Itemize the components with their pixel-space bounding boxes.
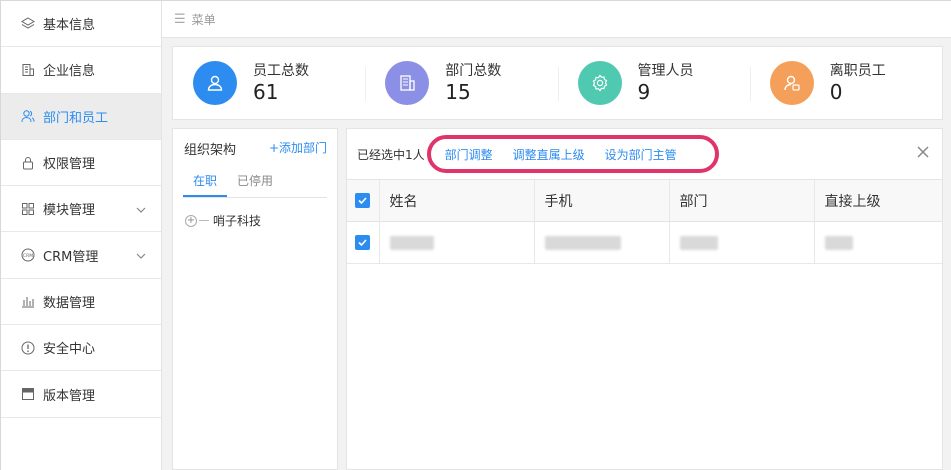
layers-icon: [21, 17, 35, 31]
staff-table: 姓名 手机 部门 直接上级: [347, 179, 942, 264]
sidebar-item-label: 企业信息: [43, 64, 96, 80]
select-all-checkbox[interactable]: [355, 193, 371, 208]
sidebar-item-company-info[interactable]: 企业信息: [1, 47, 161, 94]
bar-chart-icon: [21, 294, 35, 308]
select-all-cell: [347, 179, 379, 222]
column-header-supervisor[interactable]: 直接上级: [813, 179, 942, 222]
top-bar: ☰ 菜单: [162, 0, 951, 38]
org-tabs: 在职 已停用: [183, 166, 327, 198]
stat-departed-employees: 离职员工 0: [749, 47, 942, 119]
selection-toolbar: 已经选中1人 部门调整 调整直属上级 设为部门主管: [347, 129, 942, 179]
org-tree-root[interactable]: + 哨子科技: [173, 198, 337, 229]
chevron-down-icon[interactable]: [136, 250, 146, 259]
users-icon: [21, 109, 35, 123]
person-icon: [193, 61, 237, 105]
redacted-text: [824, 235, 853, 250]
sidebar-item-modules[interactable]: 模块管理: [1, 186, 161, 233]
redacted-text: [544, 235, 621, 250]
sidebar-item-label: 数据管理: [43, 295, 96, 311]
close-icon[interactable]: [916, 145, 932, 161]
row-checkbox[interactable]: [355, 235, 371, 250]
sidebar-item-label: 权限管理: [43, 157, 96, 173]
checkmark-icon: [358, 197, 367, 205]
stat-label: 管理人员: [637, 63, 694, 79]
selection-info: 已经选中1人: [357, 147, 425, 162]
stat-value: 0: [829, 80, 843, 104]
sidebar-item-basic-info[interactable]: 基本信息: [1, 1, 161, 48]
stat-label: 员工总数: [253, 63, 309, 79]
column-header-phone[interactable]: 手机: [533, 179, 669, 222]
building-icon: [385, 61, 430, 105]
tree-connector: [199, 220, 209, 221]
tree-node-label[interactable]: 哨子科技: [213, 212, 261, 229]
org-structure-panel: 组织架构 +添加部门 在职 已停用 + 哨子科技: [172, 128, 338, 470]
sidebar-item-label: 基本信息: [43, 18, 96, 34]
stat-value: 61: [253, 80, 279, 104]
alert-icon: [21, 341, 35, 355]
table-header-row: 姓名 手机 部门 直接上级: [347, 179, 942, 222]
adjust-direct-supervisor-button[interactable]: 调整直属上级: [513, 146, 585, 163]
gear-icon: [577, 61, 622, 105]
cell-supervisor: [813, 221, 942, 264]
tab-disabled[interactable]: 已停用: [227, 166, 283, 197]
cell-name: [378, 221, 534, 264]
redacted-text: [679, 235, 718, 250]
redacted-text: [389, 235, 434, 250]
column-header-name[interactable]: 姓名: [378, 179, 534, 222]
cell-department: [668, 221, 814, 264]
sidebar-item-label: CRM管理: [43, 249, 99, 265]
stat-value: 15: [445, 80, 471, 104]
grid-icon: [21, 202, 35, 216]
sidebar-item-security[interactable]: 安全中心: [1, 325, 161, 372]
lock-icon: [21, 156, 35, 170]
sidebar-item-label: 模块管理: [43, 203, 96, 219]
sidebar-item-version[interactable]: 版本管理: [1, 371, 161, 418]
stat-label: 部门总数: [445, 63, 502, 79]
staff-table-panel: 已经选中1人 部门调整 调整直属上级 设为部门主管 姓名 手机 部门 直接上级: [346, 128, 943, 470]
sidebar: 基本信息 企业信息 部门和员工 权限管理 模块管理 CRM CRM管理 数据管理…: [0, 0, 162, 470]
cell-phone: [533, 221, 669, 264]
sidebar-item-permissions[interactable]: 权限管理: [1, 140, 161, 187]
building-icon: [21, 63, 35, 77]
menu-label[interactable]: 菜单: [192, 11, 216, 28]
svg-text:CRM: CRM: [23, 253, 33, 259]
sidebar-item-label: 安全中心: [43, 342, 96, 358]
sidebar-item-label: 部门和员工: [43, 110, 109, 126]
tab-active-staff[interactable]: 在职: [183, 166, 228, 197]
stat-value: 9: [637, 80, 651, 104]
org-title: 组织架构: [184, 143, 237, 158]
expand-icon[interactable]: +: [185, 214, 197, 227]
sidebar-item-crm[interactable]: CRM CRM管理: [1, 232, 161, 279]
add-department-button[interactable]: +添加部门: [269, 139, 327, 158]
sidebar-item-departments-staff[interactable]: 部门和员工: [1, 93, 161, 140]
table-row[interactable]: [347, 221, 942, 264]
checkmark-icon: [358, 239, 367, 247]
person-leave-icon: [769, 61, 814, 105]
stat-managers: 管理人员 9: [557, 47, 750, 119]
column-header-department[interactable]: 部门: [668, 179, 814, 222]
chevron-down-icon[interactable]: [136, 204, 146, 213]
adjust-department-button[interactable]: 部门调整: [445, 146, 493, 163]
stat-label: 离职员工: [829, 63, 886, 79]
stat-total-employees: 员工总数 61: [173, 47, 365, 119]
sidebar-item-data[interactable]: 数据管理: [1, 279, 161, 326]
row-select-cell: [347, 221, 379, 264]
stats-panel: 员工总数 61 部门总数 15 管理人员 9 离职员工 0: [172, 46, 943, 120]
menu-icon[interactable]: ☰: [174, 12, 186, 27]
sidebar-item-label: 版本管理: [43, 388, 96, 404]
crm-icon: CRM: [21, 248, 35, 262]
version-icon: [21, 387, 35, 401]
set-department-head-button[interactable]: 设为部门主管: [605, 146, 677, 163]
stat-total-departments: 部门总数 15: [365, 47, 557, 119]
